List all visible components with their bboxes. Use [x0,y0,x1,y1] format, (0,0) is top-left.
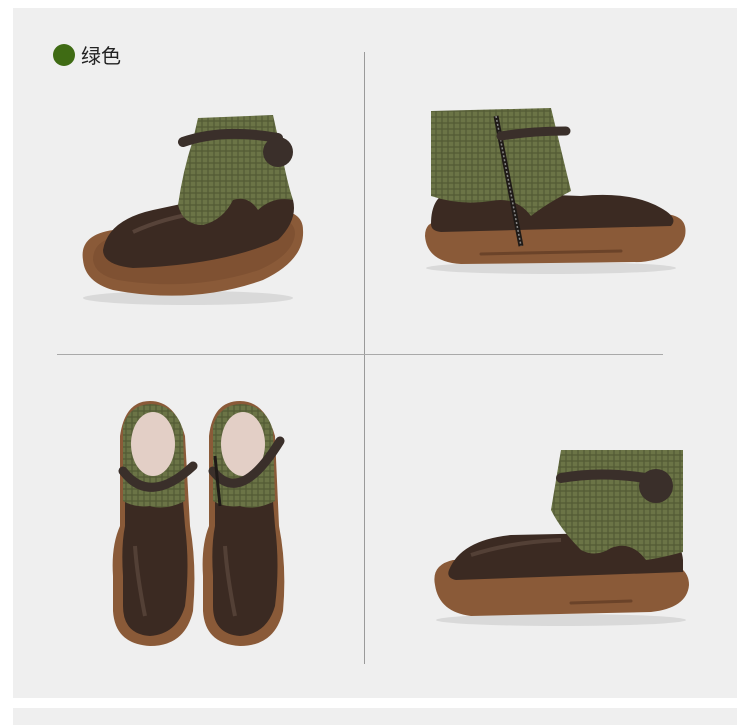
boot-front-three-quarter-image [82,115,304,305]
next-panel-edge [13,708,737,725]
vertical-divider [364,52,365,664]
color-name: 绿色 [81,44,121,68]
boot-pair-top-image [112,401,285,646]
color-swatch-icon [53,43,75,66]
color-variant-label: 绿色 [53,40,121,69]
boot-side-button-image [434,450,689,626]
horizontal-divider [57,354,663,355]
product-image-panel: 绿色 [13,8,737,698]
boot-side-zipper-image [425,108,686,274]
